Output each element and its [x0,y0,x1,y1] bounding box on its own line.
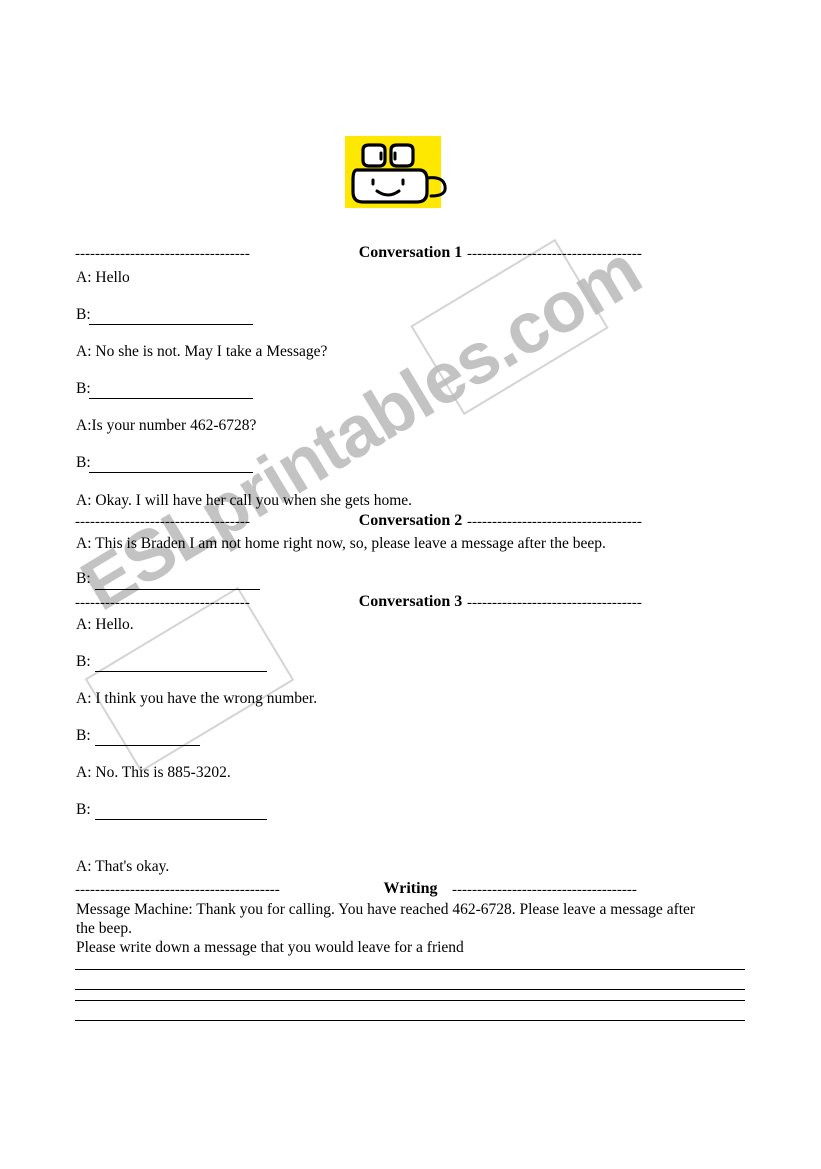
conv1-answer-label-3: B: [76,454,91,471]
conv3-line-a1: A: Hello. [76,616,134,633]
conv1-answer-blank-1[interactable] [89,324,253,325]
conv3-answer-blank-2[interactable] [95,745,200,746]
conv2-line-a1: A: This is Braden I am not home right no… [76,535,606,552]
writing-line-1: Message Machine: Thank you for calling. … [76,901,696,918]
section-dash-right: ------------------------------------- [452,882,637,898]
conv3-line-a3: A: No. This is 885-3202. [76,764,231,781]
conv3-answer-label-1: B: [76,653,91,670]
section-dash-right: ----------------------------------- [467,246,642,262]
conv3-line-a2: A: I think you have the wrong number. [76,690,318,707]
writing-answer-rule-4[interactable] [75,1020,745,1021]
worksheet-page: ESLprintables.com ----------------------… [0,0,821,1169]
watermark-box [410,238,609,416]
conv1-answer-blank-3[interactable] [89,472,253,473]
writing-answer-rule-3[interactable] [75,1000,745,1001]
conv2-answer-blank-1[interactable] [95,589,260,590]
writing-line-2: the beep. [76,920,132,937]
conv3-answer-blank-1[interactable] [95,671,267,672]
section-dash-right: ----------------------------------- [467,595,642,611]
conv3-answer-blank-3[interactable] [95,819,267,820]
conv1-answer-label-1: B: [76,306,91,323]
section-dash-right: ----------------------------------- [467,514,642,530]
conv1-line-a4: A: Okay. I will have her call you when s… [76,492,413,509]
conv3-answer-label-3: B: [76,801,91,818]
conv1-answer-label-2: B: [76,380,91,397]
writing-answer-rule-1[interactable] [75,969,745,970]
telephone-icon [343,136,453,214]
conv1-line-a2: A: No she is not. May I take a Message? [76,343,328,360]
writing-line-3: Please write down a message that you wou… [76,939,464,956]
conv1-answer-blank-2[interactable] [89,398,253,399]
writing-answer-rule-2[interactable] [75,989,745,990]
conv3-answer-label-2: B: [76,727,91,744]
conv1-line-a3: A:Is your number 462-6728? [76,417,257,434]
conv1-line-a1: A: Hello [76,269,130,286]
conv2-answer-label-1: B: [76,570,91,587]
conv3-line-a4: A: That's okay. [76,858,170,875]
